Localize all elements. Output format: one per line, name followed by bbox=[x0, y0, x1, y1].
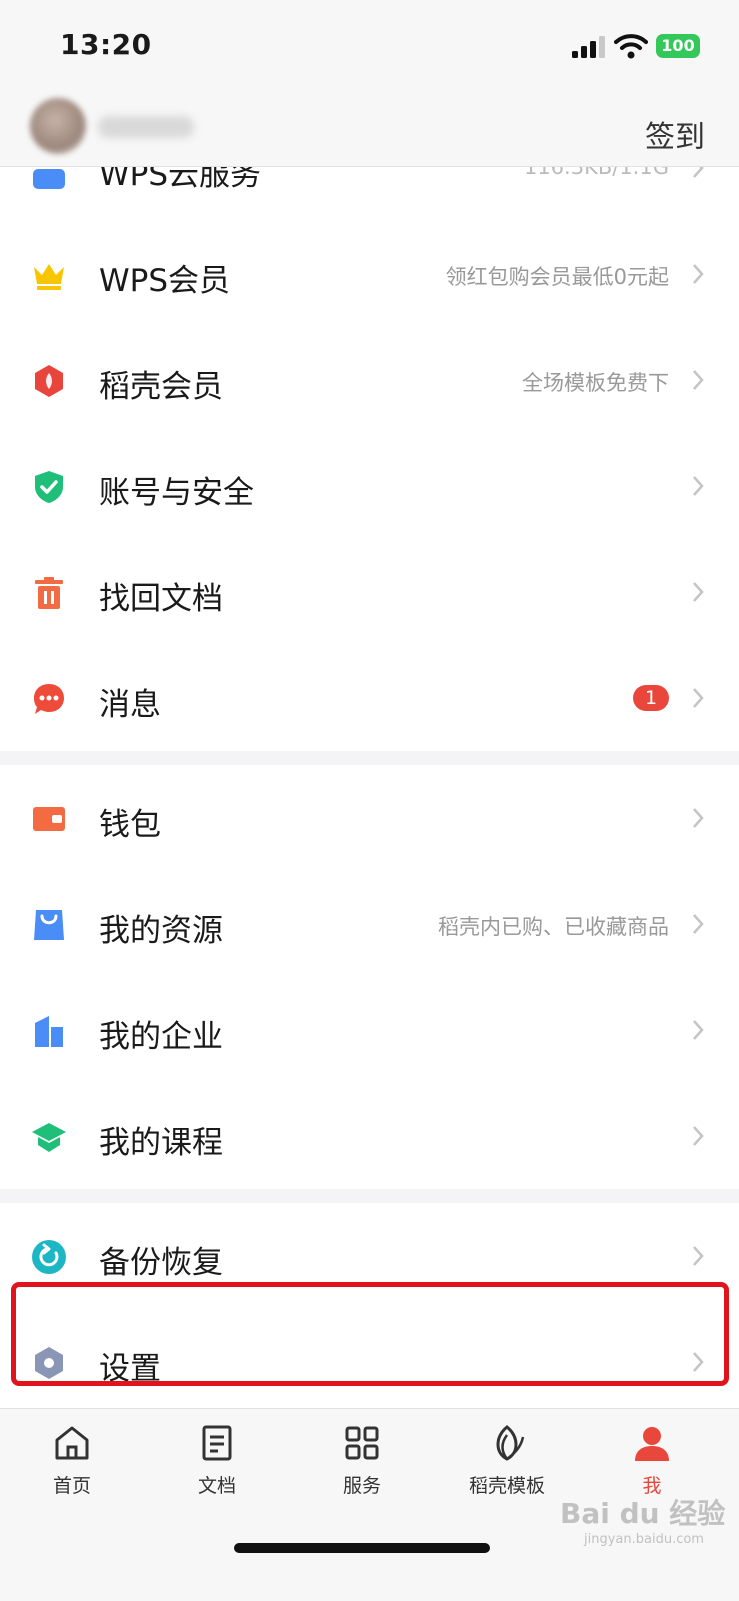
wallet-icon bbox=[33, 807, 65, 831]
tab-services[interactable]: 服务 bbox=[307, 1423, 417, 1498]
chevron-right-icon bbox=[693, 1246, 704, 1266]
graduation-cap-icon bbox=[32, 1123, 66, 1152]
menu-item-label: 找回文档 bbox=[99, 581, 223, 617]
avatar[interactable] bbox=[30, 98, 86, 154]
chevron-right-icon bbox=[693, 688, 704, 708]
menu-item-my-courses[interactable]: 我的课程 bbox=[0, 1083, 739, 1189]
profile-header: 签到 bbox=[0, 90, 739, 167]
chevron-right-icon bbox=[693, 370, 704, 390]
backup-restore-icon bbox=[32, 1240, 66, 1274]
shopping-bag-icon bbox=[34, 910, 64, 940]
settings-hexagon-icon bbox=[35, 1347, 63, 1379]
status-bar: 13:20 100 bbox=[0, 0, 739, 90]
checkin-button[interactable]: 签到 bbox=[645, 112, 705, 156]
menu-item-label: 我的企业 bbox=[99, 1019, 223, 1055]
person-icon bbox=[635, 1427, 669, 1461]
menu-item-subtext: 116.3KB/1.1G bbox=[523, 167, 669, 179]
crown-icon bbox=[34, 264, 64, 290]
home-indicator[interactable] bbox=[234, 1543, 490, 1553]
chevron-right-icon bbox=[693, 582, 704, 602]
menu-item-docer-member[interactable]: 稻壳会员 全场模板免费下 bbox=[0, 327, 739, 433]
menu-item-subtext: 领红包购会员最低0元起 bbox=[445, 265, 669, 289]
menu-item-wps-cloud[interactable]: WPS云服务 116.3KB/1.1G bbox=[0, 167, 739, 221]
docer-hexagon-icon bbox=[35, 365, 63, 397]
chevron-right-icon bbox=[693, 476, 704, 496]
watermark-url: jingyan.baidu.com bbox=[584, 1532, 704, 1547]
menu-item-label: WPS云服务 bbox=[99, 167, 262, 193]
tab-documents[interactable]: 文档 bbox=[162, 1423, 272, 1498]
battery-icon: 100 bbox=[656, 34, 700, 58]
menu-section-2: 钱包 我的资源 稻壳内已购、已收藏商品 我的企业 我的课程 bbox=[0, 765, 739, 1189]
menu-item-wallet[interactable]: 钱包 bbox=[0, 765, 739, 871]
shield-check-icon bbox=[35, 471, 63, 503]
status-time: 13:20 bbox=[60, 28, 152, 61]
chevron-right-icon bbox=[693, 1352, 704, 1372]
tab-label: 服务 bbox=[342, 1475, 381, 1497]
username-blurred[interactable] bbox=[98, 116, 194, 138]
menu-item-my-enterprise[interactable]: 我的企业 bbox=[0, 977, 739, 1083]
menu-item-wps-member[interactable]: WPS会员 领红包购会员最低0元起 bbox=[0, 221, 739, 327]
wifi-icon bbox=[614, 34, 648, 59]
unread-badge: 1 bbox=[633, 685, 669, 711]
menu-list: WPS云服务 116.3KB/1.1G WPS会员 领红包购会员最低0元起 稻壳… bbox=[0, 167, 739, 1429]
tab-label: 稻壳模板 bbox=[468, 1475, 545, 1497]
chevron-right-icon bbox=[693, 167, 704, 178]
building-icon bbox=[35, 1016, 63, 1047]
menu-item-subtext: 全场模板免费下 bbox=[522, 371, 669, 395]
document-icon bbox=[202, 1425, 232, 1461]
menu-item-account-security[interactable]: 账号与安全 bbox=[0, 433, 739, 539]
menu-item-messages[interactable]: 消息 1 bbox=[0, 645, 739, 751]
menu-item-my-resources[interactable]: 我的资源 稻壳内已购、已收藏商品 bbox=[0, 871, 739, 977]
menu-section-3: 备份恢复 设置 bbox=[0, 1203, 739, 1415]
tab-label: 首页 bbox=[52, 1475, 91, 1497]
cloud-icon bbox=[33, 169, 65, 189]
menu-item-label: WPS会员 bbox=[99, 263, 231, 299]
chevron-right-icon bbox=[693, 264, 704, 284]
menu-item-label: 稻壳会员 bbox=[99, 369, 223, 405]
chevron-right-icon bbox=[693, 914, 704, 934]
leaf-icon bbox=[496, 1425, 525, 1461]
tab-me[interactable]: 我 bbox=[597, 1423, 707, 1498]
tab-home[interactable]: 首页 bbox=[17, 1423, 127, 1498]
grid-icon bbox=[345, 1426, 379, 1460]
menu-item-label: 钱包 bbox=[99, 807, 161, 843]
watermark-logo: Bai du 经验 bbox=[560, 1497, 726, 1530]
menu-item-backup-restore[interactable]: 备份恢复 bbox=[0, 1203, 739, 1309]
tab-label: 文档 bbox=[197, 1475, 236, 1497]
chevron-right-icon bbox=[693, 808, 704, 828]
chevron-right-icon bbox=[693, 1020, 704, 1040]
tab-docer-templates[interactable]: 稻壳模板 bbox=[452, 1423, 562, 1498]
chat-bubble-icon bbox=[34, 684, 64, 714]
menu-item-label: 备份恢复 bbox=[99, 1245, 223, 1281]
menu-item-label: 设置 bbox=[99, 1351, 161, 1387]
menu-item-settings[interactable]: 设置 bbox=[0, 1309, 739, 1415]
cellular-signal-icon bbox=[572, 36, 605, 58]
menu-item-label: 我的资源 bbox=[99, 913, 223, 949]
menu-item-recover-docs[interactable]: 找回文档 bbox=[0, 539, 739, 645]
chevron-right-icon bbox=[693, 1126, 704, 1146]
menu-item-label: 我的课程 bbox=[99, 1125, 223, 1161]
menu-item-label: 账号与安全 bbox=[99, 475, 254, 511]
menu-section-1: WPS云服务 116.3KB/1.1G WPS会员 领红包购会员最低0元起 稻壳… bbox=[0, 167, 739, 751]
trash-icon bbox=[35, 577, 63, 609]
home-icon bbox=[55, 1426, 89, 1460]
menu-item-label: 消息 bbox=[99, 687, 161, 723]
menu-item-subtext: 稻壳内已购、已收藏商品 bbox=[438, 915, 669, 939]
